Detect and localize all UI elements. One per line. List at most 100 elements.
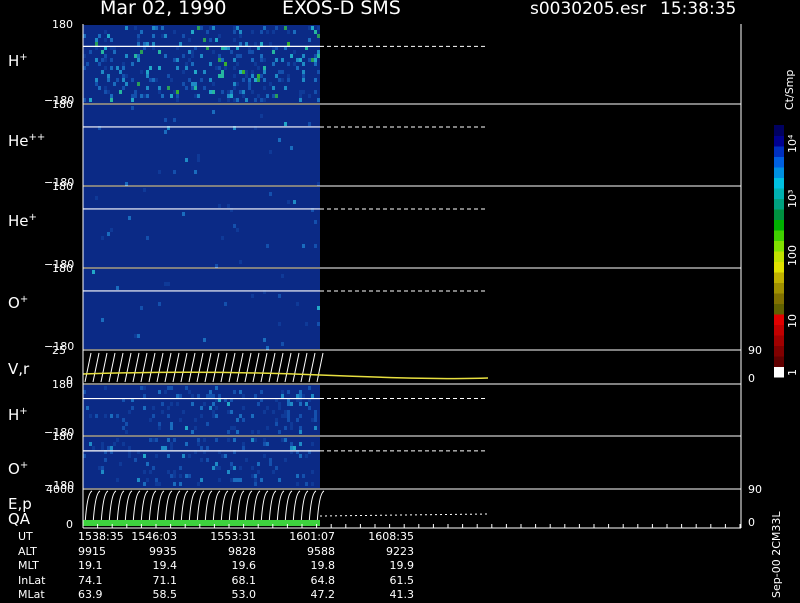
energy-sweep [204, 490, 213, 526]
heat-cell [290, 422, 293, 426]
heat-cell [89, 414, 92, 418]
heat-cell [239, 478, 242, 482]
heat-cell [158, 50, 161, 54]
heat-cell [302, 54, 305, 58]
right-tick-bottom: 0 [748, 516, 755, 529]
heat-cell [110, 38, 113, 42]
heat-cell [245, 458, 248, 462]
heat-cell [89, 442, 92, 446]
heat-cell [158, 302, 161, 306]
panel-label: H+ [8, 406, 28, 424]
heat-cell [215, 466, 218, 470]
heat-cell [104, 86, 107, 90]
colorbar-segment [774, 125, 784, 136]
heat-cell [284, 26, 287, 30]
heat-cell [173, 474, 176, 478]
heat-cell [242, 94, 245, 98]
heat-cell [284, 414, 287, 418]
heat-cell [218, 478, 221, 482]
heat-cell [272, 470, 275, 474]
heat-cell [218, 394, 221, 398]
footer-cell: 1553:31 [210, 530, 256, 543]
velocity-tick [220, 352, 228, 383]
heat-cell [254, 482, 257, 486]
heat-cell [197, 442, 200, 446]
heat-cell [239, 466, 242, 470]
heat-cell [167, 470, 170, 474]
energy-sweep [92, 490, 101, 526]
heat-cell [161, 94, 164, 98]
panel-label: He+ [8, 212, 37, 230]
heat-cell [263, 438, 266, 442]
heat-cell [209, 406, 212, 410]
heat-cell [257, 66, 260, 70]
heat-cell [287, 74, 290, 78]
velocity-tick [148, 352, 156, 383]
heat-cell [287, 78, 290, 82]
heat-cell [197, 94, 200, 98]
heat-cell [134, 26, 137, 30]
heat-cell [251, 438, 254, 442]
heat-cell [203, 70, 206, 74]
heat-cell [203, 38, 206, 42]
velocity-tick [316, 352, 324, 383]
energy-sweep [244, 490, 253, 526]
heat-cell [158, 170, 161, 174]
heat-cell [158, 66, 161, 70]
heat-cell [176, 98, 179, 102]
heat-cell [311, 394, 314, 398]
heat-cell [314, 418, 317, 422]
heat-cell [251, 294, 254, 298]
heat-cell [98, 466, 101, 470]
heat-cell [200, 478, 203, 482]
footer-cell: 19.9 [389, 559, 415, 572]
heat-cell [260, 30, 263, 34]
heat-cell [173, 470, 176, 474]
heat-cell [215, 386, 218, 390]
heat-cell [317, 322, 320, 326]
heat-cell [299, 414, 302, 418]
heat-cell [245, 98, 248, 102]
heat-cell [305, 454, 308, 458]
heat-cell [209, 38, 212, 42]
energy-sweep [180, 490, 189, 526]
heat-cell [197, 438, 200, 442]
footer-cell: 64.8 [310, 573, 336, 587]
heat-cell [269, 42, 272, 46]
heat-cell [173, 118, 176, 122]
heat-cell [173, 170, 176, 174]
heat-cell [296, 474, 299, 478]
heat-cell [209, 394, 212, 398]
panel-label-sup: ++ [28, 132, 46, 143]
heat-cell [194, 82, 197, 86]
heat-cell [212, 410, 215, 414]
heat-cell [167, 438, 170, 442]
heat-cell [248, 86, 251, 90]
heat-cell [272, 50, 275, 54]
heat-cell [92, 446, 95, 450]
energy-sweep [252, 490, 261, 526]
panel-label-text: O [8, 460, 20, 478]
heat-cell [245, 74, 248, 78]
right-tick-top: 90 [748, 483, 762, 496]
heat-cell [308, 122, 311, 126]
heat-cell [191, 394, 194, 398]
velocity-tick [84, 352, 92, 383]
heat-cell [275, 58, 278, 62]
heat-cell [104, 38, 107, 42]
heat-cell [266, 30, 269, 34]
footer-cell: 19.8 [310, 559, 336, 572]
heat-cell [200, 78, 203, 82]
heat-cell [149, 418, 152, 422]
footer-row: ALT 9915 9935 9828 9588 9223 [18, 545, 414, 560]
heat-cell [194, 70, 197, 74]
heat-cell [236, 26, 239, 30]
heat-cell [290, 446, 293, 450]
heat-cell [116, 414, 119, 418]
heat-cell [170, 426, 173, 430]
heat-cell [128, 410, 131, 414]
heat-cell [299, 390, 302, 394]
heat-cell [233, 478, 236, 482]
footer-row: MLT 19.1 19.4 19.6 19.8 19.9 [18, 559, 414, 574]
panel-label-text: H [8, 406, 20, 424]
